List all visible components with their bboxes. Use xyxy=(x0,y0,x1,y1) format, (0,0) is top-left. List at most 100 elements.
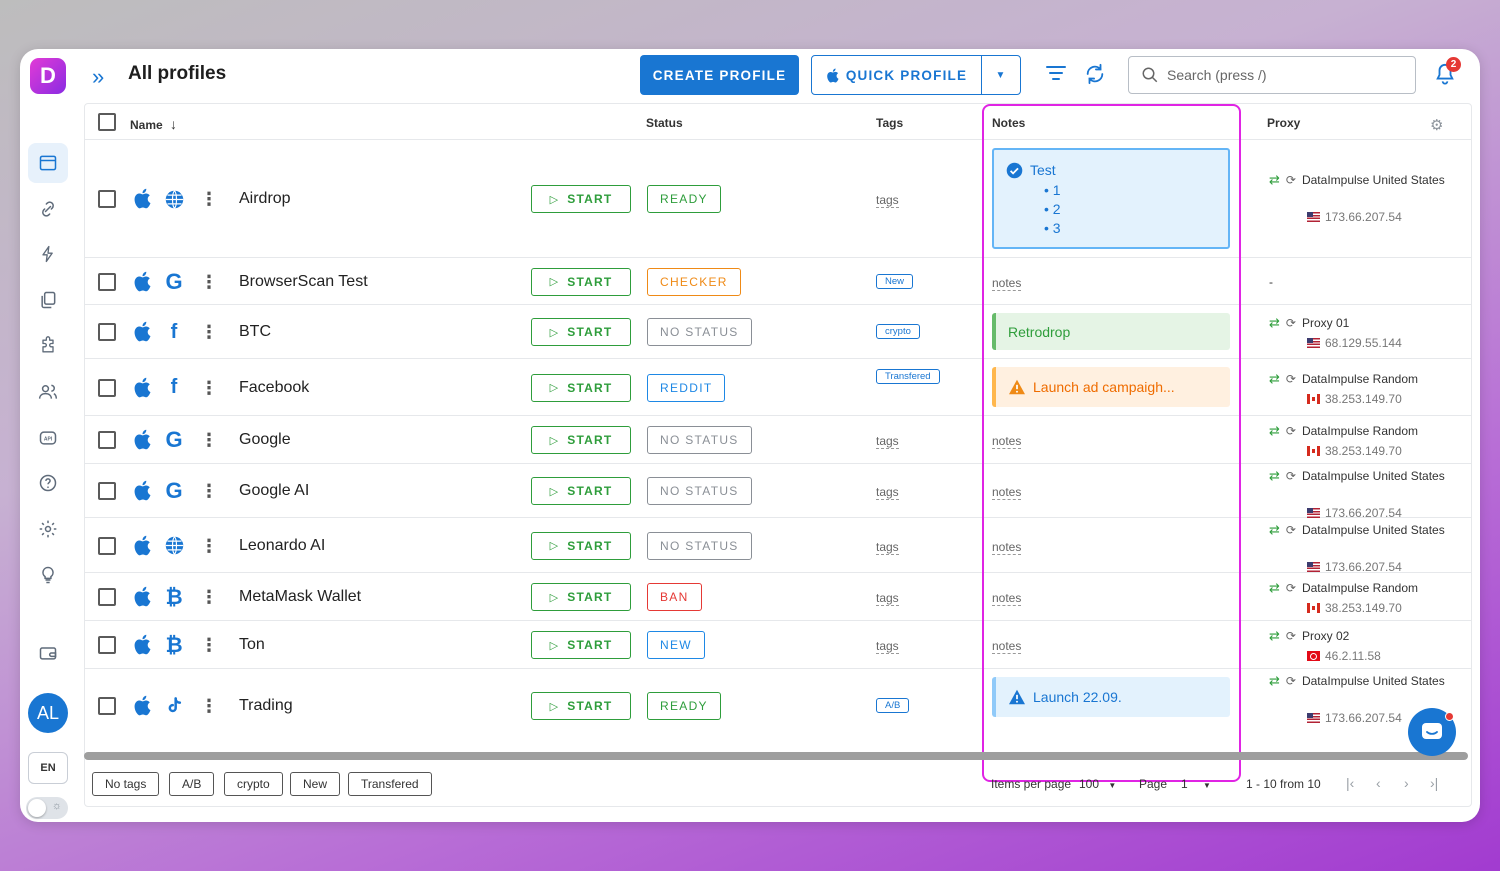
items-per-page-select[interactable]: 100 ▼ xyxy=(1079,777,1116,791)
status-badge[interactable]: CHECKER xyxy=(647,267,741,296)
sidebar-automation[interactable] xyxy=(28,234,68,274)
refresh-icon[interactable]: ⟳ xyxy=(1286,173,1296,187)
refresh-icon[interactable] xyxy=(1084,63,1106,85)
sidebar-copy[interactable] xyxy=(28,280,68,320)
status-badge[interactable]: NO STATUS xyxy=(647,426,752,454)
more-options-icon[interactable]: ⋮ xyxy=(200,378,218,398)
swap-icon[interactable]: ⇄ xyxy=(1269,172,1280,188)
user-avatar[interactable]: AL xyxy=(28,693,68,733)
row-checkbox[interactable] xyxy=(98,378,116,397)
note-card[interactable]: Retrodrop xyxy=(992,313,1230,350)
swap-icon[interactable]: ⇄ xyxy=(1269,371,1280,387)
table-row[interactable]: ₿ ⋮ MetaMask Wallet ▷ START BAN tags notes ⇄ ⟳ Dat… xyxy=(85,573,1471,621)
sidebar-lightbulb[interactable] xyxy=(28,555,68,595)
table-row[interactable]: ₿ ⋮ Ton ▷ START NEW tags notes ⇄ ⟳ Proxy 02 46.2.11… xyxy=(85,621,1471,669)
proxy-cell[interactable]: ⇄ ⟳ Proxy 02 46.2.11.58 xyxy=(1269,628,1381,663)
tags-placeholder[interactable]: tags xyxy=(876,193,899,208)
table-row[interactable]: ⋮ Airdrop ▷ START READY tags Test • 1 • 2 • 3 ⇄ ⟳ Da… xyxy=(85,140,1471,258)
status-badge[interactable]: NO STATUS xyxy=(647,318,752,346)
refresh-icon[interactable]: ⟳ xyxy=(1286,523,1296,537)
refresh-icon[interactable]: ⟳ xyxy=(1286,469,1296,483)
app-logo[interactable]: D xyxy=(30,58,66,94)
proxy-cell[interactable]: ⇄ ⟳ DataImpulse Random 38.253.149.70 xyxy=(1269,371,1418,406)
table-row[interactable]: G ⋮ BrowserScan Test ▷ START CHECKER New notes - xyxy=(85,258,1471,305)
row-checkbox[interactable] xyxy=(98,536,116,555)
refresh-icon[interactable]: ⟳ xyxy=(1286,372,1296,386)
row-checkbox[interactable] xyxy=(98,588,116,606)
status-badge[interactable]: NEW xyxy=(647,631,705,659)
refresh-icon[interactable]: ⟳ xyxy=(1286,629,1296,643)
note-card[interactable]: Launch 22.09. xyxy=(992,677,1230,717)
support-chat-button[interactable] xyxy=(1408,708,1456,756)
row-checkbox[interactable] xyxy=(98,190,116,208)
status-badge[interactable]: REDDIT xyxy=(647,373,726,402)
swap-icon[interactable]: ⇄ xyxy=(1269,673,1280,689)
more-options-icon[interactable]: ⋮ xyxy=(200,696,218,716)
start-button[interactable]: ▷ START xyxy=(531,583,631,611)
tag-chip[interactable]: A/B xyxy=(876,698,910,713)
proxy-cell[interactable]: ⇄ ⟳ Proxy 01 68.129.55.144 xyxy=(1269,315,1402,350)
page-select[interactable]: 1 ▼ xyxy=(1181,777,1211,791)
quick-profile-dropdown[interactable]: ▼ xyxy=(982,70,1020,81)
tags-placeholder[interactable]: tags xyxy=(876,434,899,449)
more-options-icon[interactable]: ⋮ xyxy=(200,322,218,342)
note-card[interactable]: Launch ad campaigh... xyxy=(992,367,1230,407)
more-options-icon[interactable]: ⋮ xyxy=(200,587,218,607)
tag-chip[interactable]: New xyxy=(876,273,914,289)
profile-name[interactable]: Google xyxy=(239,431,291,449)
profile-name[interactable]: Google AI xyxy=(239,482,309,500)
profile-name[interactable]: BrowserScan Test xyxy=(239,273,368,291)
more-options-icon[interactable]: ⋮ xyxy=(200,272,218,292)
select-all-checkbox[interactable] xyxy=(98,113,116,131)
prev-page-icon[interactable]: ‹ xyxy=(1376,775,1381,791)
notes-placeholder[interactable]: notes xyxy=(992,639,1022,654)
notes-placeholder[interactable]: notes xyxy=(992,485,1022,500)
table-row[interactable]: ⋮ Leonardo AI ▷ START NO STATUS tags notes ⇄ ⟳ Da… xyxy=(85,518,1471,574)
start-button[interactable]: ▷ START xyxy=(531,318,631,346)
table-row[interactable]: f ⋮ Facebook ▷ START REDDIT Transfered Launch a… xyxy=(85,359,1471,416)
sidebar-extension[interactable] xyxy=(28,326,68,366)
proxy-cell[interactable]: ⇄ ⟳ DataImpulse Random 38.253.149.70 xyxy=(1269,580,1418,615)
start-button[interactable]: ▷ START xyxy=(531,631,631,659)
swap-icon[interactable]: ⇄ xyxy=(1269,580,1280,596)
start-button[interactable]: ▷ START xyxy=(531,692,631,720)
status-badge[interactable]: NO STATUS xyxy=(647,477,752,505)
row-checkbox[interactable] xyxy=(98,323,116,341)
sidebar-link[interactable] xyxy=(28,189,68,229)
tag-chip[interactable]: Transfered xyxy=(876,369,940,384)
swap-icon[interactable]: ⇄ xyxy=(1269,423,1280,439)
sidebar-wallet[interactable] xyxy=(28,633,68,673)
row-checkbox[interactable] xyxy=(98,431,116,449)
proxy-cell[interactable]: ⇄ ⟳ DataImpulse Random 38.253.149.70 xyxy=(1269,423,1418,458)
start-button[interactable]: ▷ START xyxy=(531,531,631,560)
tags-placeholder[interactable]: tags xyxy=(876,485,899,500)
profile-name[interactable]: BTC xyxy=(239,323,271,341)
start-button[interactable]: ▷ START xyxy=(531,185,631,213)
sidebar-browser-window[interactable] xyxy=(28,143,68,183)
first-page-icon[interactable]: |‹ xyxy=(1346,775,1354,791)
start-button[interactable]: ▷ START xyxy=(531,373,631,402)
sidebar-team[interactable] xyxy=(28,372,68,412)
start-button[interactable]: ▷ START xyxy=(531,426,631,454)
theme-toggle[interactable]: ☼ xyxy=(26,797,68,819)
status-badge[interactable]: BAN xyxy=(647,583,702,611)
more-options-icon[interactable]: ⋮ xyxy=(200,430,218,450)
tags-placeholder[interactable]: tags xyxy=(876,639,899,654)
table-row[interactable]: f ⋮ BTC ▷ START NO STATUS crypto Retrodrop ⇄ ⟳ Pro… xyxy=(85,305,1471,359)
more-options-icon[interactable]: ⋮ xyxy=(200,536,218,556)
profile-name[interactable]: MetaMask Wallet xyxy=(239,588,361,606)
last-page-icon[interactable]: ›| xyxy=(1430,775,1438,791)
row-checkbox[interactable] xyxy=(98,272,116,291)
status-badge[interactable]: READY xyxy=(647,185,721,213)
tag-filter-chip[interactable]: crypto xyxy=(224,772,283,796)
search-input[interactable] xyxy=(1167,67,1387,83)
tag-filter-chip[interactable]: Transfered xyxy=(348,772,432,796)
row-checkbox[interactable] xyxy=(98,697,116,715)
language-selector[interactable]: EN xyxy=(28,752,68,784)
row-checkbox[interactable] xyxy=(98,482,116,500)
swap-icon[interactable]: ⇄ xyxy=(1269,522,1280,538)
quick-profile-button[interactable]: QUICK PROFILE xyxy=(812,56,982,94)
tag-filter-chip[interactable]: A/B xyxy=(169,772,215,796)
start-button[interactable]: ▷ START xyxy=(531,267,631,296)
tag-filter-chip[interactable]: No tags xyxy=(92,772,160,796)
